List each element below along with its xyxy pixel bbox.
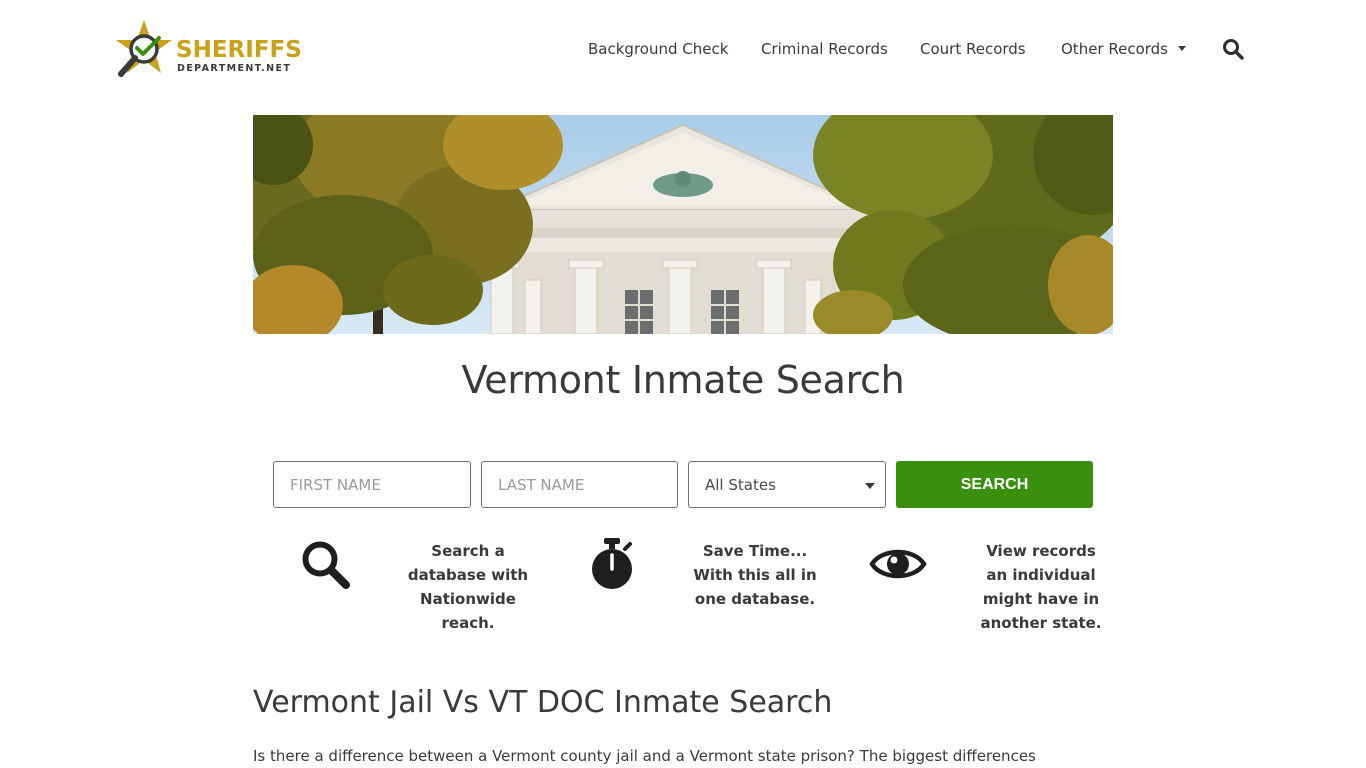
nav-court-records[interactable]: Court Records	[920, 40, 1026, 58]
feature-search-line: database with	[407, 566, 529, 584]
nav-background-check[interactable]: Background Check	[588, 40, 728, 58]
search-button[interactable]: SEARCH	[896, 461, 1093, 508]
feature-view-line: might have in	[982, 590, 1100, 608]
first-name-input[interactable]	[273, 461, 471, 508]
star-magnifier-check-logo-icon	[116, 20, 172, 77]
caret-down-icon	[1178, 46, 1186, 51]
feature-time-line: With this all in	[693, 566, 817, 584]
section-paragraph: Is there a difference between a Vermont …	[253, 747, 1036, 765]
feature-view-line: an individual	[986, 566, 1096, 584]
feature-view-line: another state.	[980, 614, 1102, 632]
site-header: SHERIFFS DEPARTMENT.NET Background Check…	[0, 0, 1366, 100]
feature-search-line: reach.	[441, 614, 495, 632]
stopwatch-icon	[592, 538, 632, 589]
nav-criminal-records[interactable]: Criminal Records	[761, 40, 888, 58]
logo-subtext[interactable]: DEPARTMENT.NET	[177, 63, 291, 74]
feature-view-line: View records	[986, 542, 1096, 560]
section-title: Vermont Jail Vs VT DOC Inmate Search	[253, 685, 833, 720]
feature-time-line: one database.	[694, 590, 816, 608]
feature-time-line: Save Time...	[702, 542, 808, 560]
search-icon[interactable]	[1222, 38, 1244, 60]
last-name-input[interactable]	[481, 461, 678, 508]
feature-time-text: Save Time... With this all in one databa…	[680, 539, 830, 611]
nav-other-records[interactable]: Other Records	[1061, 40, 1186, 58]
eye-icon	[869, 549, 927, 579]
feature-search-line: Nationwide	[420, 590, 516, 608]
hero-image-courthouse	[253, 115, 1113, 334]
logo-wordmark[interactable]: SHERIFFS	[176, 37, 302, 63]
page-title: Vermont Inmate Search	[461, 358, 905, 402]
chevron-down-icon	[865, 483, 875, 489]
feature-search-text: Search a database with Nationwide reach.	[393, 539, 543, 635]
feature-search-line: Search a	[431, 542, 505, 560]
magnifier-icon	[302, 541, 350, 589]
feature-view-text: View records an individual might have in…	[966, 539, 1116, 635]
state-select[interactable]: All States	[688, 461, 886, 508]
state-select-value: All States	[705, 476, 776, 494]
nav-other-records-label: Other Records	[1061, 40, 1168, 58]
